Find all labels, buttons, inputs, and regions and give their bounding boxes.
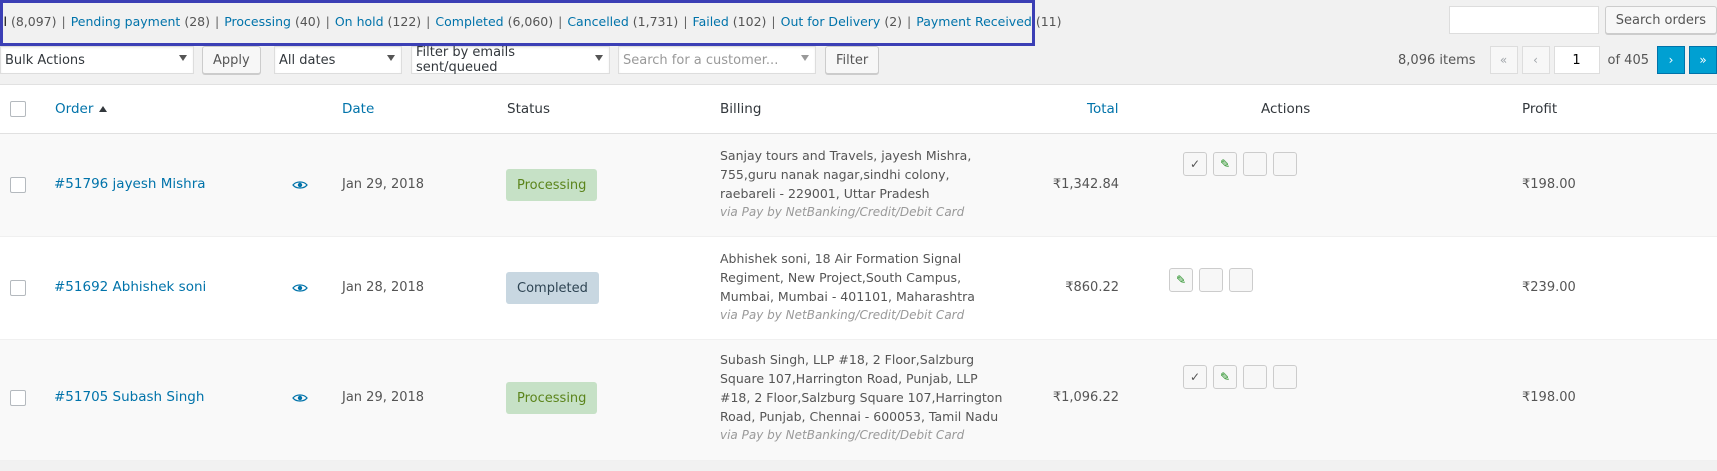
items-count: 8,096 items: [1398, 52, 1476, 68]
filter-pending-payment[interactable]: Pending payment (28): [71, 14, 210, 29]
order-date: Jan 28, 2018: [342, 280, 425, 295]
next-page-button[interactable]: ›: [1657, 46, 1685, 74]
action-button-4[interactable]: [1273, 152, 1297, 176]
table-header: Order Date Status Billing Total Actions …: [0, 85, 1717, 134]
payment-method: via Pay by NetBanking/Credit/Debit Card: [720, 428, 965, 442]
order-total: ₹860.22: [1065, 280, 1119, 295]
payment-method: via Pay by NetBanking/Credit/Debit Card: [720, 308, 965, 322]
billing-address: Subash Singh, LLP #18, 2 Floor,Salzburg …: [720, 350, 1002, 445]
complete-button[interactable]: ✓: [1183, 365, 1207, 389]
action-button-2[interactable]: [1199, 268, 1223, 292]
filter-all[interactable]: ll (8,097): [0, 14, 56, 29]
row-actions: ✓ ✎: [1183, 365, 1303, 389]
order-profit: ₹239.00: [1522, 280, 1576, 295]
order-link[interactable]: #51692 Abhishek soni: [54, 279, 206, 295]
first-page-button[interactable]: «: [1489, 46, 1518, 74]
filter-completed[interactable]: Completed (6,060): [435, 14, 553, 29]
check-icon: ✓: [1189, 370, 1201, 384]
column-billing: Billing: [720, 101, 762, 117]
edit-button[interactable]: ✎: [1169, 268, 1193, 292]
action-button-3[interactable]: [1229, 268, 1253, 292]
row-checkbox[interactable]: [10, 280, 26, 296]
filter-cancelled[interactable]: Cancelled (1,731): [567, 14, 678, 29]
apply-button[interactable]: Apply: [202, 46, 261, 74]
select-all-cell: [10, 85, 26, 133]
row-actions: ✓ ✎: [1183, 152, 1303, 176]
billing-address: Abhishek soni, 18 Air Formation Signal R…: [720, 249, 975, 325]
column-status: Status: [507, 101, 551, 117]
select-all-checkbox[interactable]: [10, 101, 26, 117]
table-row: #51692 Abhishek soni Jan 28, 2018 Comple…: [0, 237, 1717, 340]
edit-button[interactable]: ✎: [1213, 152, 1237, 176]
row-checkbox[interactable]: [10, 177, 26, 193]
check-icon: ✓: [1189, 157, 1201, 171]
last-page-button[interactable]: »: [1689, 46, 1717, 74]
filter-out-for-delivery[interactable]: Out for Delivery (2): [781, 14, 902, 29]
order-total: ₹1,096.22: [1052, 390, 1119, 405]
sort-up-icon: [99, 106, 108, 112]
billing-address: Sanjay tours and Travels, jayesh Mishra,…: [720, 146, 971, 222]
table-row: #51705 Subash Singh Jan 29, 2018 Process…: [0, 340, 1717, 461]
complete-button[interactable]: ✓: [1183, 152, 1207, 176]
filter-processing[interactable]: Processing (40): [224, 14, 320, 29]
chevron-down-icon: [801, 55, 809, 61]
status-badge: Completed: [506, 272, 599, 304]
action-button-4[interactable]: [1273, 365, 1297, 389]
column-profit: Profit: [1522, 101, 1558, 117]
chevron-down-icon: [387, 55, 395, 61]
table-row: #51796 jayesh Mishra Jan 29, 2018 Proces…: [0, 134, 1717, 237]
action-button-3[interactable]: [1243, 152, 1267, 176]
filter-on-hold[interactable]: On hold (122): [335, 14, 421, 29]
column-order-label: Order: [55, 101, 94, 117]
status-badge: Processing: [506, 382, 598, 414]
order-profit: ₹198.00: [1522, 177, 1576, 192]
edit-icon: ✎: [1175, 273, 1187, 287]
edit-icon: ✎: [1219, 370, 1231, 384]
payment-method: via Pay by NetBanking/Credit/Debit Card: [720, 205, 965, 219]
bulk-actions-select[interactable]: Bulk Actions: [0, 46, 194, 74]
order-link[interactable]: #51705 Subash Singh: [54, 389, 204, 405]
filter-payment-received[interactable]: Payment Received (11): [916, 14, 1061, 29]
column-order[interactable]: Order: [55, 85, 108, 133]
row-checkbox[interactable]: [10, 390, 26, 406]
action-button-3[interactable]: [1243, 365, 1267, 389]
pagination: 8,096 items « ‹ of 405 › »: [1398, 46, 1717, 74]
current-page-input[interactable]: [1553, 46, 1600, 74]
order-link[interactable]: #51796 jayesh Mishra: [54, 176, 206, 192]
column-actions: Actions: [1261, 101, 1311, 117]
orders-table: Order Date Status Billing Total Actions …: [0, 84, 1717, 461]
search-orders-button[interactable]: Search orders: [1604, 6, 1717, 34]
chevron-down-icon: [595, 55, 603, 61]
eye-icon[interactable]: [292, 393, 308, 403]
order-date: Jan 29, 2018: [342, 177, 425, 192]
edit-icon: ✎: [1219, 157, 1231, 171]
eye-icon[interactable]: [292, 180, 308, 190]
prev-page-button[interactable]: ‹: [1521, 46, 1550, 74]
filter-button[interactable]: Filter: [825, 46, 880, 74]
dates-select[interactable]: All dates: [274, 46, 402, 74]
filter-failed[interactable]: Failed (102): [693, 14, 767, 29]
order-profit: ₹198.00: [1522, 390, 1576, 405]
customer-search-select[interactable]: Search for a customer...: [618, 46, 816, 74]
search-box: Search orders: [1448, 6, 1717, 34]
order-total: ₹1,342.84: [1052, 177, 1119, 192]
edit-button[interactable]: ✎: [1213, 365, 1237, 389]
order-date: Jan 29, 2018: [342, 390, 425, 405]
column-date[interactable]: Date: [342, 85, 374, 133]
status-badge: Processing: [506, 169, 598, 201]
eye-icon[interactable]: [292, 283, 308, 293]
row-actions: ✎: [1169, 268, 1259, 292]
tablenav: Bulk Actions Apply All dates Filter by e…: [0, 45, 1717, 76]
status-filter-bar: ll (8,097) | Pending payment (28) | Processi…: [0, 14, 1062, 29]
total-pages: of 405: [1607, 52, 1649, 68]
email-filter-select[interactable]: Filter by emails sent/queued: [411, 45, 610, 75]
search-input[interactable]: [1448, 6, 1599, 34]
chevron-down-icon: [179, 55, 187, 61]
column-total[interactable]: Total: [1087, 85, 1119, 133]
